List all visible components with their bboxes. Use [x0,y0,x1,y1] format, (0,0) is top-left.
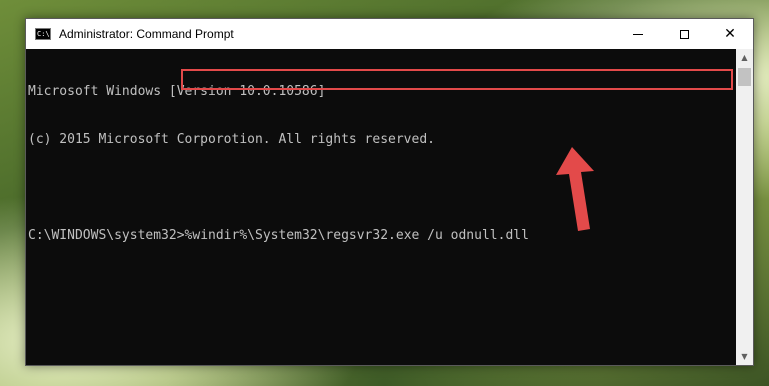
window-controls: ✕ [615,19,753,49]
cmd-app-icon: C:\ [35,28,51,40]
minimize-button[interactable] [615,19,661,49]
close-button[interactable]: ✕ [707,19,753,49]
close-icon: ✕ [724,26,736,42]
console-output[interactable]: Microsoft Windows [Version 10.0.10586] (… [26,49,736,365]
scroll-down-icon: ▼ [741,352,748,361]
maximize-icon [679,29,689,39]
vertical-scrollbar[interactable]: ▲ ▼ [736,49,753,365]
scroll-up-button[interactable]: ▲ [736,49,753,66]
maximize-button[interactable] [661,19,707,49]
console-command[interactable]: %windir%\System32\regsvr32.exe /u odnull… [185,228,529,243]
command-line[interactable]: C:\WINDOWS\system32>%windir%\System32\re… [28,228,736,244]
window-title: Administrator: Command Prompt [59,27,234,41]
scrollbar-thumb[interactable] [738,68,751,86]
console-prompt: C:\WINDOWS\system32> [28,228,185,243]
command-highlight-box [181,69,733,90]
scroll-up-icon: ▲ [741,53,748,62]
command-prompt-window[interactable]: C:\ Administrator: Command Prompt ✕ Micr… [25,18,754,366]
red-arrow-icon [556,147,594,231]
console-line: (c) 2015 Microsoft Corporotion. All righ… [28,132,435,147]
minimize-icon [633,33,643,35]
scroll-down-button[interactable]: ▼ [736,348,753,365]
title-bar[interactable]: C:\ Administrator: Command Prompt ✕ [26,19,753,49]
cmd-app-icon-text: C:\ [37,30,50,38]
